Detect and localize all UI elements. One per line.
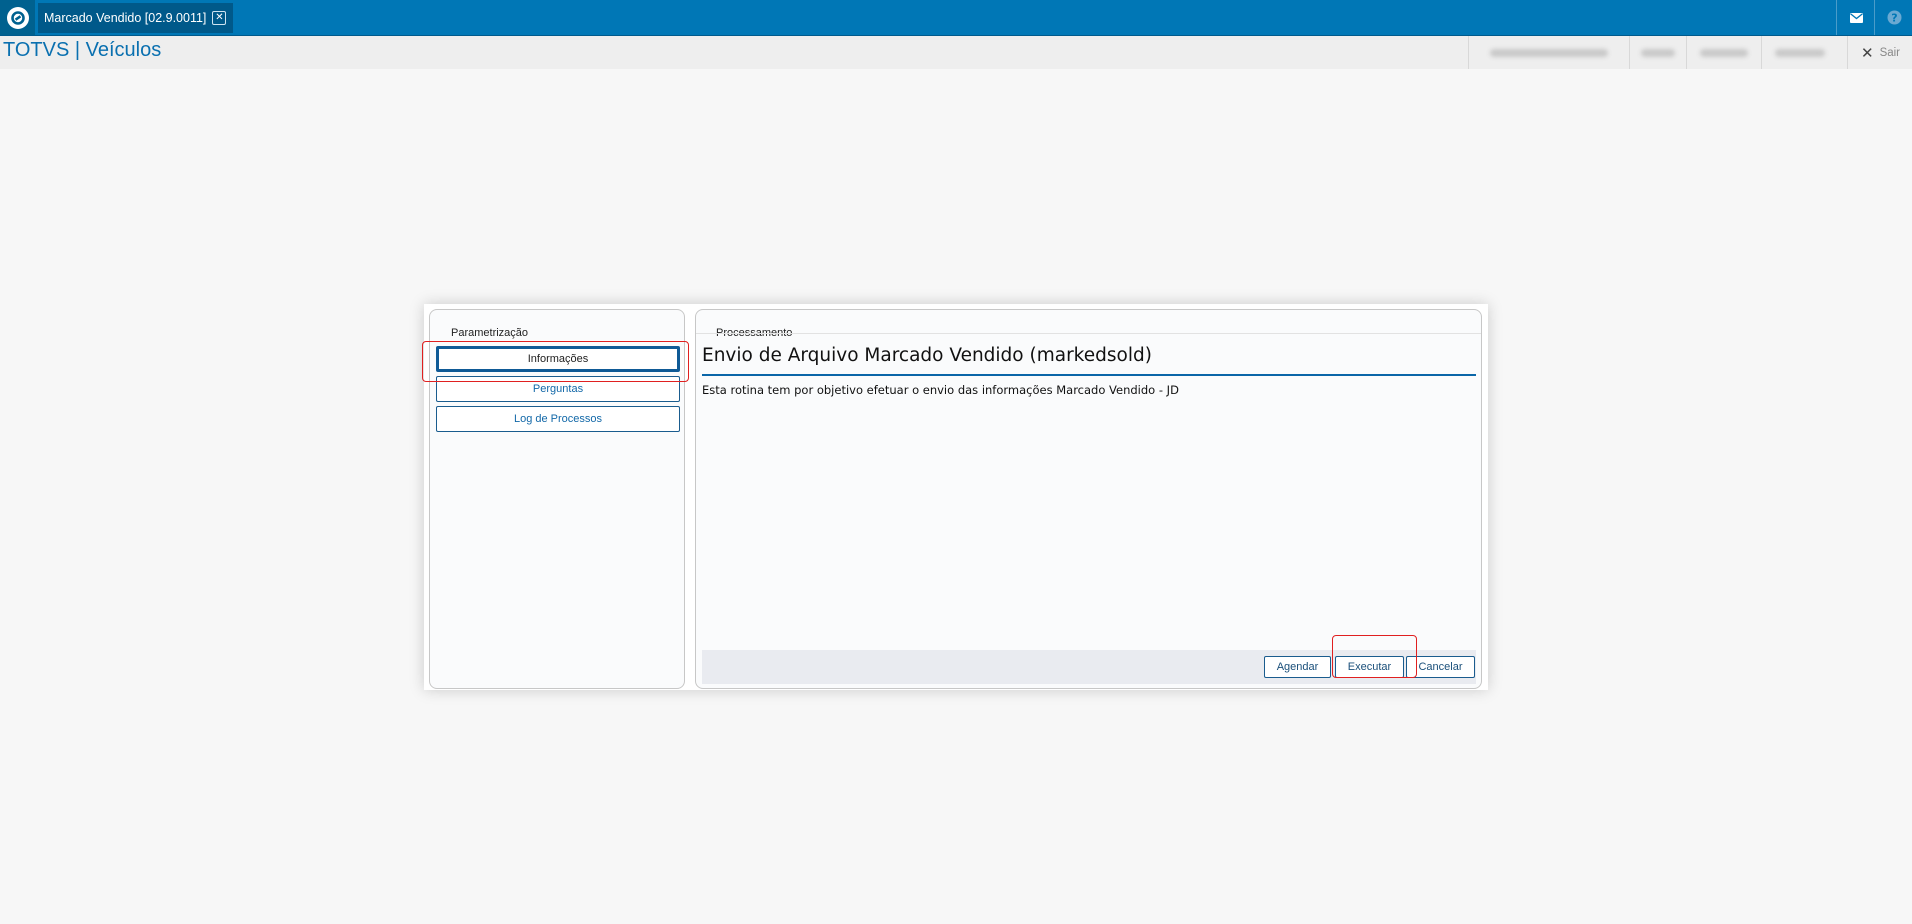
schedule-button[interactable]: Agendar <box>1264 656 1331 678</box>
close-icon: ✕ <box>1860 44 1874 62</box>
branch-info <box>1761 36 1838 69</box>
environment-info <box>1468 36 1629 69</box>
action-bar: Agendar Executar Cancelar <box>702 650 1476 684</box>
tab-marcado-vendido[interactable]: Marcado Vendido [02.9.0011] ✕ <box>38 3 233 33</box>
tab-label: Marcado Vendido [02.9.0011] <box>44 11 207 25</box>
parametrization-panel: Parametrização Informações Perguntas Log… <box>429 309 685 689</box>
logout-label: Sair <box>1879 46 1901 59</box>
heading-underline <box>702 374 1476 376</box>
nav-perguntas-button[interactable]: Perguntas <box>436 376 680 402</box>
process-heading: Envio de Arquivo Marcado Vendido (marked… <box>702 345 1152 366</box>
svg-text:?: ? <box>1891 12 1897 25</box>
top-bar: Marcado Vendido [02.9.0011] ✕ ? <box>0 0 1912 36</box>
divider <box>696 333 1481 334</box>
process-dialog: Parametrização Informações Perguntas Log… <box>422 304 1488 690</box>
app-header: TOTVS | Veículos ✕ Sair <box>0 36 1912 69</box>
help-icon[interactable]: ? <box>1874 0 1912 35</box>
processing-panel: Processamento Envio de Arquivo Marcado V… <box>695 309 1482 689</box>
panel-title: Parametrização <box>451 327 529 339</box>
nav-log-processos-button[interactable]: Log de Processos <box>436 406 680 432</box>
process-description: Esta rotina tem por objetivo efetuar o e… <box>702 383 1179 397</box>
totvs-logo-icon[interactable] <box>0 0 35 35</box>
execute-button[interactable]: Executar <box>1335 656 1404 678</box>
nav-informacoes-button[interactable]: Informações <box>436 346 680 372</box>
logout-button[interactable]: ✕ Sair <box>1847 36 1912 69</box>
app-title: TOTVS | Veículos <box>3 39 162 61</box>
mail-icon[interactable] <box>1836 0 1875 35</box>
close-icon[interactable]: ✕ <box>212 11 227 25</box>
user-info <box>1629 36 1686 69</box>
date-info <box>1686 36 1761 69</box>
cancel-button[interactable]: Cancelar <box>1406 656 1475 678</box>
